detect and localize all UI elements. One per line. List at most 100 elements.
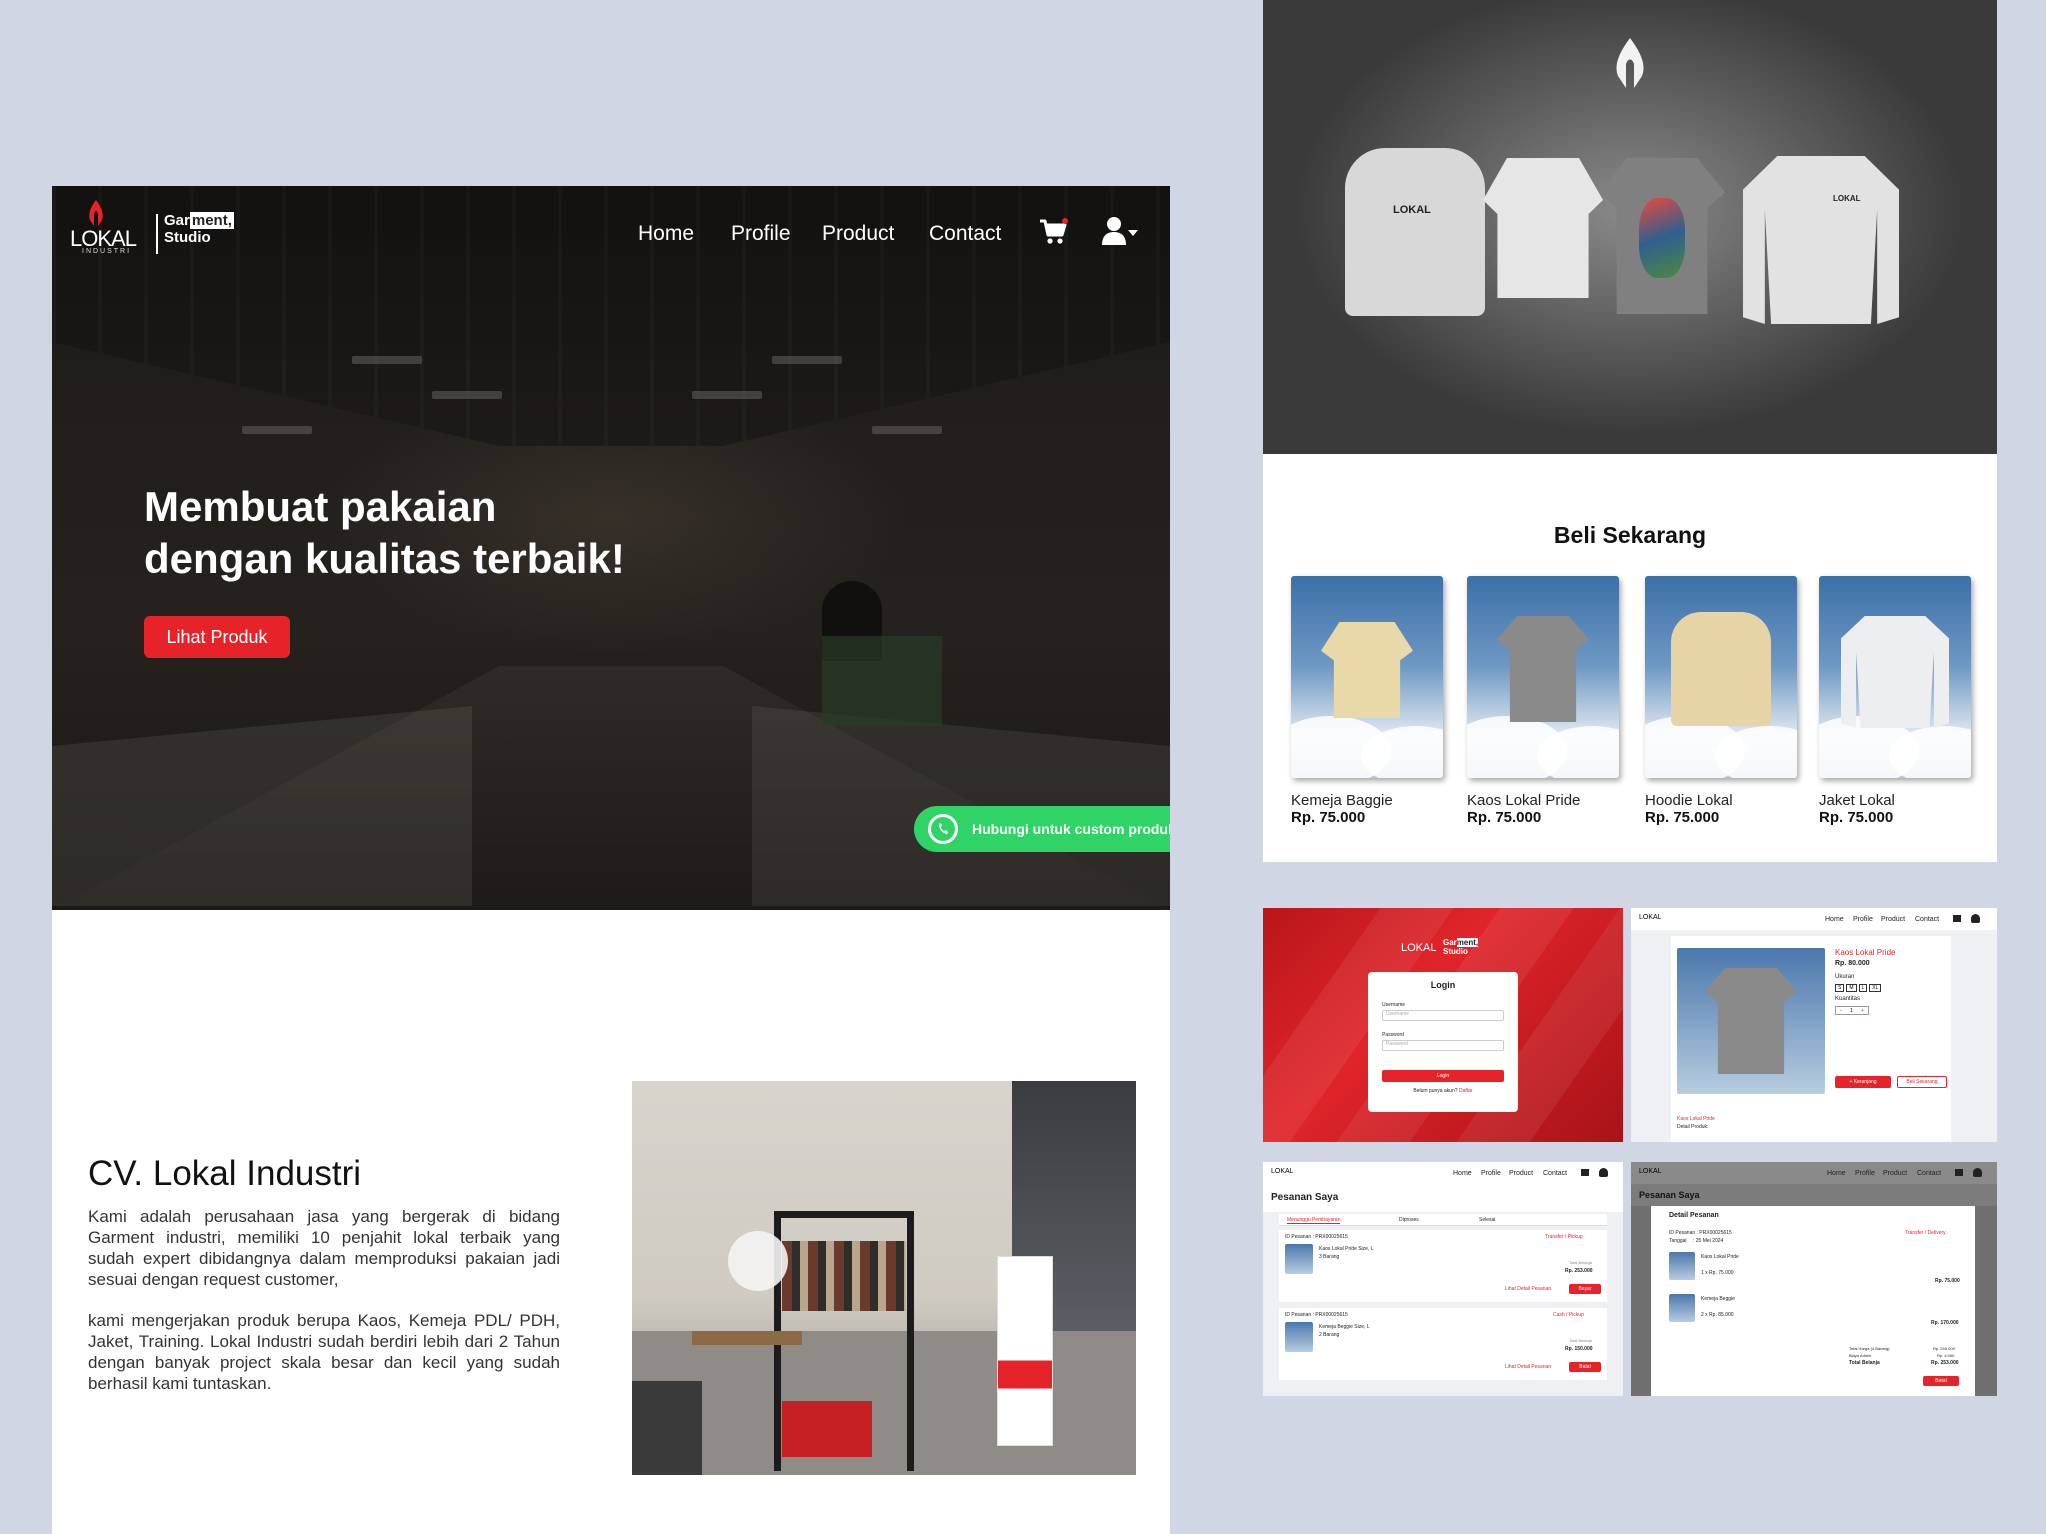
order-detail-link[interactable]: Lihat Detail Pesanan	[1505, 1364, 1551, 1370]
product-image[interactable]	[1645, 576, 1797, 778]
mini-logo: LOKAL	[1639, 1168, 1662, 1175]
mini-nav-contact[interactable]: Contact	[1543, 1170, 1567, 1177]
mini-cart-icon[interactable]	[1953, 915, 1961, 922]
order-total: Rp. 253.000	[1565, 1268, 1593, 1274]
cancel-button[interactable]: Batal	[1923, 1376, 1959, 1386]
mini-logo: LOKAL	[1639, 914, 1662, 921]
mini-nav-contact[interactable]: Contact	[1915, 916, 1939, 923]
size-m[interactable]: M	[1846, 984, 1857, 992]
qty-stepper[interactable]: - 1 +	[1835, 1006, 1869, 1015]
qty-minus-button[interactable]: -	[1840, 1008, 1842, 1014]
logo-subtitle: INDUSTRI	[82, 248, 132, 255]
username-input[interactable]: Username	[1382, 1010, 1504, 1021]
mini-nav-home[interactable]: Home	[1827, 1170, 1846, 1177]
order-qty: 3 Barang	[1319, 1254, 1340, 1260]
whatsapp-icon	[928, 814, 958, 844]
mini-nav-profile[interactable]: Profile	[1481, 1170, 1501, 1177]
size-xl[interactable]: XL	[1869, 984, 1882, 992]
order-detail-mockup: LOKAL Home Profile Product Contact Pesan…	[1631, 1162, 1997, 1396]
mini-user-icon[interactable]	[1973, 1168, 1982, 1177]
hero-section: LOKAL INDUSTRI Gar ment, Studio Home Prof…	[52, 186, 1170, 910]
size-label: Ukuran	[1835, 974, 1855, 980]
cancel-button[interactable]: Batal	[1569, 1362, 1601, 1372]
login-screen-mockup: LOKAL Garment, Studio Login Username User…	[1263, 908, 1623, 1142]
size-s[interactable]: S	[1835, 984, 1845, 992]
mini-nav-profile[interactable]: Profile	[1853, 916, 1873, 923]
orders-title: Pesanan Saya	[1639, 1190, 1700, 1200]
order-total-label: Total Belanja	[1569, 1260, 1592, 1265]
product-image[interactable]	[1819, 576, 1971, 778]
product-image[interactable]	[1291, 576, 1443, 778]
tab-awaiting-payment[interactable]: Menunggu Pembayaran	[1287, 1217, 1341, 1224]
add-to-cart-button[interactable]: + Keranjang	[1835, 1076, 1891, 1088]
hoodie-print: LOKAL	[1393, 204, 1431, 216]
product-card[interactable]: Hoodie Lokal Rp. 75.000	[1645, 576, 1797, 826]
nav-contact[interactable]: Contact	[929, 222, 1001, 246]
sum-value-total: Rp. 253.000	[1931, 1360, 1959, 1366]
wooden-table	[692, 1331, 802, 1345]
mini-cart-icon[interactable]	[1581, 1169, 1589, 1176]
login-title: Login	[1430, 980, 1456, 990]
flame-logo-icon	[89, 200, 103, 226]
mini-nav-home[interactable]: Home	[1453, 1170, 1472, 1177]
view-products-button[interactable]: Lihat Produk	[144, 616, 290, 658]
mini-navbar: LOKAL Home Profile Product Contact	[1631, 1162, 1997, 1184]
mini-nav-home[interactable]: Home	[1825, 916, 1844, 923]
size-l[interactable]: L	[1858, 984, 1868, 992]
hero-title: Membuat pakaian dengan kualitas terbaik!	[144, 481, 764, 585]
mini-nav-product[interactable]: Product	[1881, 916, 1905, 923]
order-card[interactable]: ID Pesanan : PRX00025615 Cash / Pickup K…	[1279, 1308, 1607, 1380]
cart-button[interactable]	[1038, 218, 1068, 246]
order-method: Transfer / Delivery	[1905, 1230, 1946, 1236]
nav-home[interactable]: Home	[638, 222, 694, 246]
product-card[interactable]: Jaket Lokal Rp. 75.000	[1819, 576, 1971, 826]
softbox-lamp	[728, 1231, 788, 1291]
order-id: ID Pesanan : PRX00025615	[1669, 1230, 1732, 1236]
product-card[interactable]: Kaos Lokal Pride Rp. 75.000	[1467, 576, 1619, 826]
whatsapp-contact-button[interactable]: Hubungi untuk custom produk	[914, 806, 1170, 852]
product-garment	[1841, 616, 1949, 728]
item-line: 2 x Rp. 85.000	[1701, 1312, 1734, 1318]
qty-value: 1	[1849, 1007, 1853, 1014]
brand-logo[interactable]: LOKAL INDUSTRI Gar ment, Studio	[70, 200, 235, 256]
mini-navbar: LOKAL Home Profile Product Contact	[1631, 908, 1997, 930]
tab-processing[interactable]: Diproses	[1399, 1217, 1419, 1223]
mini-nav-product[interactable]: Product	[1883, 1170, 1907, 1177]
tab-completed[interactable]: Selesai	[1479, 1217, 1495, 1223]
signup-link[interactable]: Daftar	[1459, 1088, 1473, 1094]
whatsapp-label: Hubungi untuk custom produk	[972, 821, 1170, 837]
product-image[interactable]	[1467, 576, 1619, 778]
sofa	[632, 1381, 702, 1475]
order-date-label: Tanggal	[1669, 1238, 1687, 1244]
logo-divider	[156, 214, 158, 254]
mini-nav-contact[interactable]: Contact	[1917, 1170, 1941, 1177]
mini-user-icon[interactable]	[1971, 914, 1980, 923]
nav-profile[interactable]: Profile	[731, 222, 791, 246]
order-detail-title: Detail Pesanan	[1669, 1212, 1719, 1219]
product-name: Kaos Lokal Pride	[1467, 792, 1581, 809]
mini-nav-product[interactable]: Product	[1509, 1170, 1533, 1177]
mini-user-icon[interactable]	[1599, 1168, 1608, 1177]
buy-now-button[interactable]: Beli Sekarang	[1897, 1076, 1947, 1088]
signup-prompt: Belum punya akun? Daftar	[1413, 1088, 1473, 1094]
roll-up-banner	[997, 1256, 1053, 1446]
order-detail-link[interactable]: Lihat Detail Pesanan	[1505, 1286, 1551, 1292]
about-paragraph-2: kami mengerjakan produk berupa Kaos, Kem…	[88, 1311, 560, 1393]
login-button[interactable]: Login	[1382, 1070, 1504, 1082]
user-menu-button[interactable]	[1100, 216, 1142, 246]
mini-logo: LOKAL	[1271, 1168, 1294, 1175]
password-input[interactable]: Password	[1382, 1040, 1504, 1051]
cart-icon	[1040, 218, 1068, 244]
order-card[interactable]: ID Pesanan : PRX00025615 Transfer / Pick…	[1279, 1230, 1607, 1302]
brand-mark-icon	[1616, 38, 1644, 88]
pay-button[interactable]: Bayar	[1569, 1284, 1601, 1294]
product-price: Rp. 75.000	[1645, 809, 1720, 826]
order-method: Transfer / Pickup	[1545, 1234, 1583, 1240]
sum-label-total: Total Belanja	[1849, 1360, 1880, 1366]
qty-plus-button[interactable]: +	[1861, 1008, 1864, 1014]
nav-product[interactable]: Product	[822, 222, 894, 246]
hero-title-line2: dengan kualitas terbaik!	[144, 535, 625, 582]
product-card[interactable]: Kemeja Baggie Rp. 75.000	[1291, 576, 1443, 826]
mini-nav-profile[interactable]: Profile	[1855, 1170, 1875, 1177]
mini-cart-icon[interactable]	[1955, 1169, 1963, 1176]
